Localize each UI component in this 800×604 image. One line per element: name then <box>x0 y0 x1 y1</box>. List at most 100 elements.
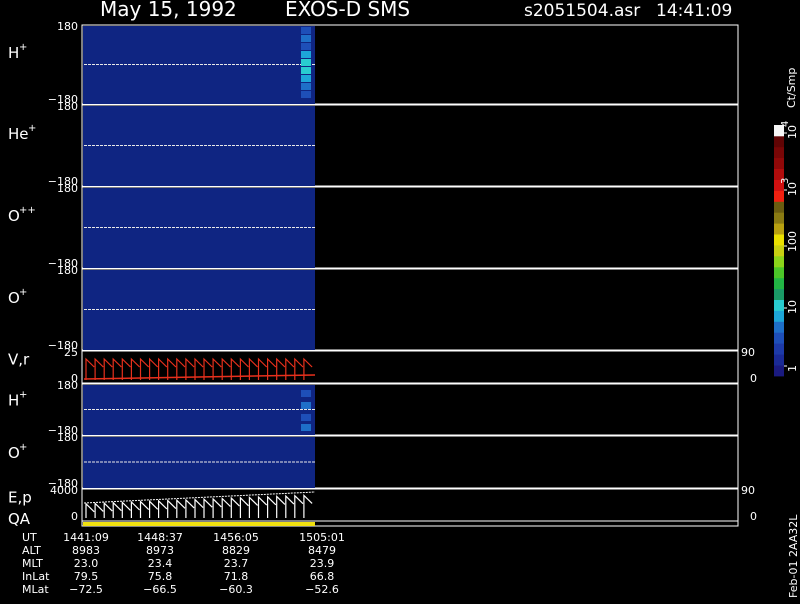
colorbar-segment <box>774 343 784 355</box>
flux-cell <box>301 67 311 74</box>
footer-value: −60.3 <box>219 583 253 596</box>
header-instrument: EXOS-D SMS <box>285 0 410 21</box>
y-axis-max: 180 <box>57 20 78 33</box>
flux-cell <box>301 75 311 82</box>
footer-value: −66.5 <box>143 583 177 596</box>
panel-label: QA <box>8 510 31 528</box>
footer-row-label: InLat <box>22 570 50 583</box>
footer-value: 75.8 <box>148 570 173 583</box>
flux-cell <box>301 27 311 34</box>
panel-label-sup: + <box>19 442 27 453</box>
footer-value: 1505:01 <box>299 531 345 544</box>
footer-row-label: MLat <box>22 583 49 596</box>
y-axis-max: 180 <box>57 264 78 277</box>
header-filename: s2051504.asr <box>524 1 640 21</box>
colorbar-segment <box>774 223 784 235</box>
panel-label-sup: + <box>28 123 36 134</box>
footer-value: 23.0 <box>74 557 99 570</box>
panel-0: 180−180H + <box>8 20 739 106</box>
flux-cell <box>301 91 311 98</box>
footer-value: −52.6 <box>305 583 339 596</box>
footer-value: 23.9 <box>310 557 335 570</box>
flux-cell <box>301 390 311 397</box>
panel-5: 180−180H + <box>8 379 739 437</box>
flux-cell <box>301 402 311 409</box>
y-axis-max: 4000 <box>50 484 78 497</box>
colorbar-segment <box>774 157 784 169</box>
footer-value: 8479 <box>308 544 336 557</box>
footer-value: 1456:05 <box>213 531 259 544</box>
colorbar-segment <box>774 299 784 311</box>
panel-1: 180−180He + <box>8 100 739 188</box>
panel-label: V,r <box>8 350 30 368</box>
footer-row-label: MLT <box>22 557 43 570</box>
colorbar-segment <box>774 321 784 333</box>
panel-label: He <box>8 125 29 143</box>
colorbar-title: Ct/Smp <box>785 68 798 108</box>
colorbar-tick-exponent: 4 <box>780 121 791 127</box>
colorbar-segment <box>774 212 784 224</box>
panel-label: E,p <box>8 488 32 506</box>
panel-frame <box>81 350 739 384</box>
flux-cell <box>301 51 311 58</box>
colorbar-segment <box>774 288 784 300</box>
colorbar-tick-label: 100 <box>786 231 799 252</box>
qa-bar <box>83 522 315 526</box>
header-date: May 15, 1992 <box>100 0 237 21</box>
panel-6: 180−180O + <box>8 431 739 490</box>
flux-cell <box>301 35 311 42</box>
footer-value: 79.5 <box>74 570 99 583</box>
y-axis-min: 0 <box>71 510 78 523</box>
flux-cell <box>301 83 311 90</box>
colorbar-tick-exponent: 3 <box>780 178 791 184</box>
panel-label-sup: + <box>19 389 27 400</box>
colorbar-segment <box>774 310 784 322</box>
panel-label: H <box>8 44 19 62</box>
panel-label-sup: ++ <box>19 205 36 216</box>
footer-table: UT 1441:09 1448:37 1456:05 1505:01 ALT 8983 897… <box>22 531 345 596</box>
colorbar-tick-label: 10 <box>786 300 799 314</box>
y-axis-max: 180 <box>57 100 78 113</box>
side-note: Feb-01 2AA32L <box>787 514 800 598</box>
flux-enhancement <box>301 27 311 98</box>
right-axis-min: 0 <box>750 510 757 523</box>
panel-2: 180−180O ++ <box>8 182 739 270</box>
colorbar-segment <box>774 332 784 344</box>
colorbar-segment <box>774 365 784 377</box>
footer-value: 8829 <box>222 544 250 557</box>
footer-value: 23.4 <box>148 557 173 570</box>
plot-canvas: May 15, 1992 EXOS-D SMS s2051504.asr 14:… <box>8 0 800 598</box>
colorbar-segment <box>774 201 784 213</box>
right-axis-max: 90 <box>741 346 755 359</box>
colorbar-tick-label: 1 <box>786 365 799 372</box>
colorbar-segment <box>774 245 784 257</box>
panel-label-sup: + <box>19 42 27 53</box>
y-axis-max: 25 <box>64 346 78 359</box>
header-time: 14:41:09 <box>656 1 732 21</box>
colorbar-segment <box>774 256 784 268</box>
right-axis-min: 0 <box>750 372 757 385</box>
colorbar: 110100103104 <box>774 121 799 377</box>
flux-cell <box>301 59 311 66</box>
footer-row-label: UT <box>22 531 37 544</box>
right-axis-max: 90 <box>741 484 755 497</box>
footer-value: 8973 <box>146 544 174 557</box>
panel-label: H <box>8 391 19 409</box>
footer-row-label: ALT <box>22 544 41 557</box>
footer-value: 71.8 <box>224 570 249 583</box>
colorbar-segment <box>774 146 784 159</box>
footer-value: 1448:37 <box>137 531 183 544</box>
colorbar-segment <box>774 135 784 148</box>
colorbar-segment <box>774 190 784 202</box>
colorbar-segment <box>774 266 784 279</box>
footer-value: 23.7 <box>224 557 249 570</box>
panels-layer: 180−180H +180−180He +180−180O ++180−180O +90… <box>8 20 757 528</box>
footer-value: 66.8 <box>310 570 335 583</box>
flux-cell <box>301 424 311 431</box>
y-axis-max: 180 <box>57 379 78 392</box>
footer-value: 8983 <box>72 544 100 557</box>
panel-3: 180−180O + <box>8 264 739 352</box>
flux-cell <box>301 43 311 50</box>
panel-7: 90 0 4000 0 E,p <box>8 484 757 523</box>
colorbar-segment <box>774 234 784 246</box>
